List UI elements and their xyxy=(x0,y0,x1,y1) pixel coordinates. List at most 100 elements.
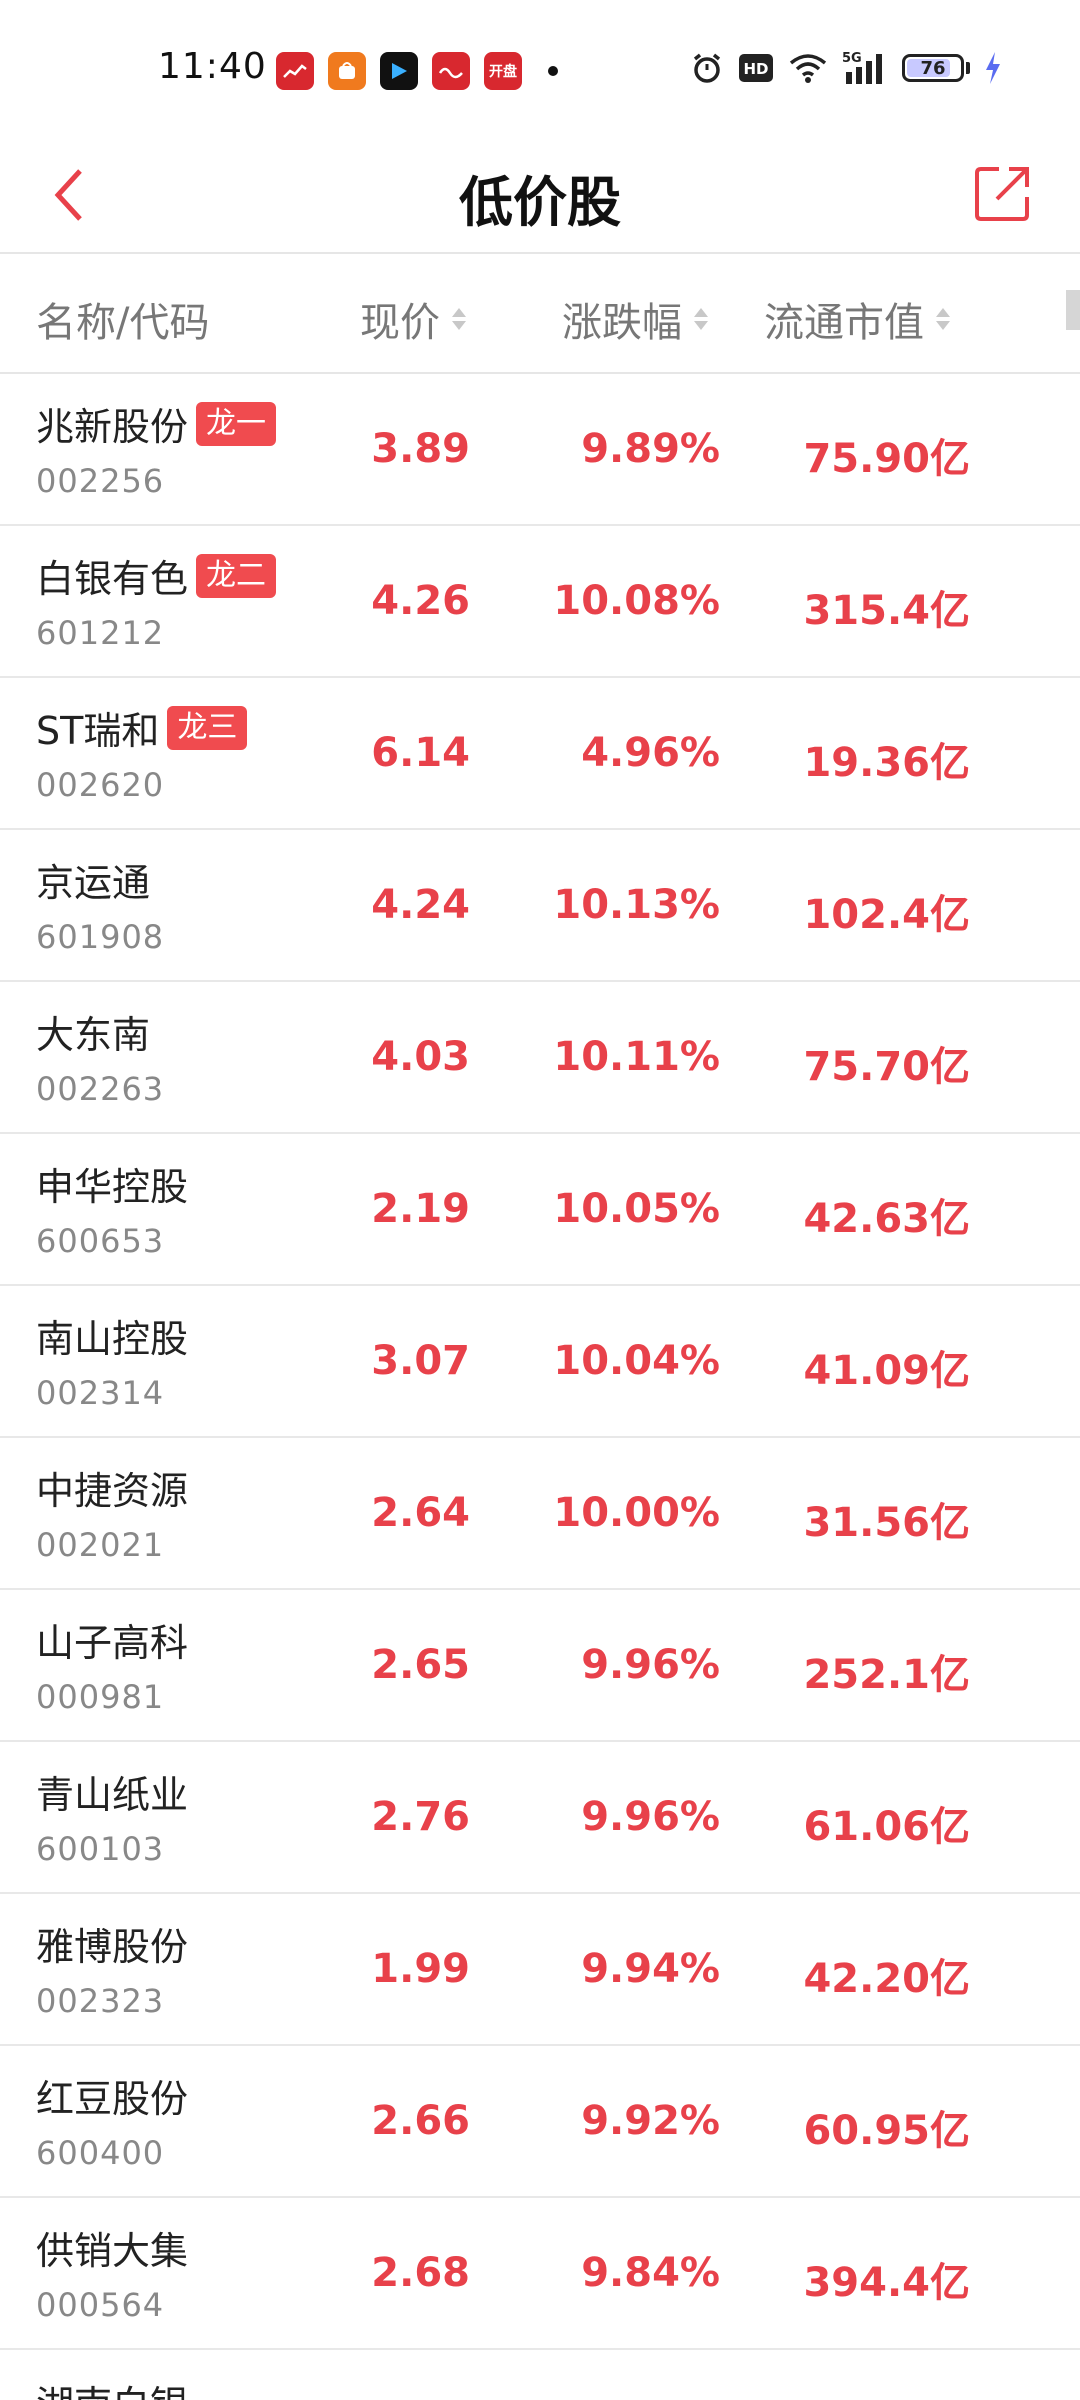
stock-market-cap: 252.1亿 xyxy=(803,1652,970,1698)
stock-row[interactable]: 中捷资源 002021 2.64 10.00% 31.56亿 xyxy=(0,1438,1080,1590)
stock-row[interactable]: 白银有色 龙二 601212 4.26 10.08% 315.4亿 xyxy=(0,526,1080,678)
kaipan-app-icon: 开盘 xyxy=(484,52,522,90)
stock-code: 000564 xyxy=(36,2286,165,2324)
stock-change-percent: 9.96% xyxy=(581,1642,720,1688)
stock-name: 山子高科 xyxy=(36,1621,189,1665)
column-cap-label: 流通市值 xyxy=(764,300,924,346)
stock-price: 2.19 xyxy=(371,1186,470,1232)
rank-badge: 龙二 xyxy=(196,553,277,598)
share-icon xyxy=(975,167,1029,221)
column-price-label: 现价 xyxy=(360,300,440,346)
stock-price: 2.68 xyxy=(371,2250,470,2296)
stock-row[interactable]: 雅博股份 002323 1.99 9.94% 42.20亿 xyxy=(0,1894,1080,2046)
stock-price: 4.24 xyxy=(371,882,470,928)
page-title: 低价股 xyxy=(459,171,621,234)
column-change-sort[interactable]: 涨跌幅 xyxy=(562,290,708,348)
stock-name: 红豆股份 xyxy=(36,2077,189,2121)
battery-icon: 76 xyxy=(902,54,964,82)
stock-row[interactable]: 大东南 002263 4.03 10.11% 75.70亿 xyxy=(0,982,1080,1134)
stock-price: 2.76 xyxy=(371,1794,470,1840)
stock-name: 雅博股份 xyxy=(36,1925,189,1969)
kaipan-app-icon-label: 开盘 xyxy=(489,64,517,80)
stock-code: 601908 xyxy=(36,918,165,956)
stock-change-percent: 10.13% xyxy=(553,882,720,928)
stock-code: 002263 xyxy=(36,1070,165,1108)
charging-icon xyxy=(984,51,1002,85)
stock-price: 6.14 xyxy=(371,730,470,776)
stock-row-partial[interactable]: 湖南白银 xyxy=(0,2352,1080,2400)
notification-icons: 开盘 xyxy=(276,52,558,90)
signal-5g-icon: 5G xyxy=(842,50,888,86)
stock-row[interactable]: 红豆股份 600400 2.66 9.92% 60.95亿 xyxy=(0,2046,1080,2198)
stock-row[interactable]: 南山控股 002314 3.07 10.04% 41.09亿 xyxy=(0,1286,1080,1438)
wifi-icon xyxy=(788,52,828,84)
stock-app-icon xyxy=(276,52,314,90)
status-time: 11:40 xyxy=(158,46,267,87)
stock-price: 3.89 xyxy=(371,426,470,472)
stock-market-cap: 31.56亿 xyxy=(803,1500,970,1546)
stock-name: 青山纸业 xyxy=(36,1773,189,1817)
stock-code: 000981 xyxy=(36,1678,165,1716)
battery-level: 76 xyxy=(920,57,946,79)
stock-change-percent: 10.08% xyxy=(553,578,720,624)
column-extra-partial[interactable] xyxy=(1066,290,1080,330)
stock-market-cap: 42.63亿 xyxy=(803,1196,970,1242)
stock-market-cap: 394.4亿 xyxy=(803,2260,970,2306)
share-button[interactable] xyxy=(966,156,1040,230)
stock-market-cap: 60.95亿 xyxy=(803,2108,970,2154)
stock-name: 白银有色 xyxy=(36,557,189,601)
stock-change-percent: 9.96% xyxy=(581,1794,720,1840)
network-label: 5G xyxy=(842,51,862,66)
stock-change-percent: 10.04% xyxy=(553,1338,720,1384)
column-name-code: 名称/代码 xyxy=(36,290,209,348)
stock-code: 601212 xyxy=(36,614,165,652)
stock-change-percent: 9.84% xyxy=(581,2250,720,2296)
stock-market-cap: 19.36亿 xyxy=(803,740,970,786)
hd-icon: HD xyxy=(738,53,774,83)
stock-change-percent: 4.96% xyxy=(581,730,720,776)
stock-market-cap: 42.20亿 xyxy=(803,1956,970,2002)
stock-name: 供销大集 xyxy=(36,2229,189,2273)
stock-code: 002323 xyxy=(36,1982,165,2020)
stock-change-percent: 9.94% xyxy=(581,1946,720,1992)
stock-market-cap: 61.06亿 xyxy=(803,1804,970,1850)
stock-change-percent: 9.92% xyxy=(581,2098,720,2144)
stock-change-percent: 10.05% xyxy=(553,1186,720,1232)
stock-code: 600103 xyxy=(36,1830,165,1868)
stock-price: 2.66 xyxy=(371,2098,470,2144)
stock-market-cap: 75.70亿 xyxy=(803,1044,970,1090)
column-name-code-label: 名称/代码 xyxy=(36,300,210,346)
stock-price: 4.03 xyxy=(371,1034,470,1080)
stock-row[interactable]: 山子高科 000981 2.65 9.96% 252.1亿 xyxy=(0,1590,1080,1742)
stock-price: 4.26 xyxy=(371,578,470,624)
stock-price: 2.64 xyxy=(371,1490,470,1536)
stock-name: 大东南 xyxy=(36,1013,151,1057)
battery-indicator: 76 xyxy=(902,54,970,82)
broker-app-icon xyxy=(432,52,470,90)
stock-row[interactable]: 青山纸业 600103 2.76 9.96% 61.06亿 xyxy=(0,1742,1080,1894)
stock-market-cap: 102.4亿 xyxy=(803,892,970,938)
stock-row[interactable]: ST瑞和 龙三 002620 6.14 4.96% 19.36亿 xyxy=(0,678,1080,830)
stock-price: 3.07 xyxy=(371,1338,470,1384)
stock-code: 002021 xyxy=(36,1526,165,1564)
stock-row[interactable]: 申华控股 600653 2.19 10.05% 42.63亿 xyxy=(0,1134,1080,1286)
system-icons: HD 5G 76 xyxy=(690,50,1002,86)
stock-name: ST瑞和 xyxy=(36,709,160,753)
column-price-sort[interactable]: 现价 xyxy=(360,290,466,348)
stock-row[interactable]: 供销大集 000564 2.68 9.84% 394.4亿 xyxy=(0,2198,1080,2350)
column-cap-sort[interactable]: 流通市值 xyxy=(764,290,950,348)
stock-code: 002620 xyxy=(36,766,165,804)
stock-market-cap: 41.09亿 xyxy=(803,1348,970,1394)
stock-code: 600400 xyxy=(36,2134,165,2172)
stock-row[interactable]: 兆新股份 龙一 002256 3.89 9.89% 75.90亿 xyxy=(0,374,1080,526)
sort-arrows-icon xyxy=(452,308,466,330)
stock-price: 2.65 xyxy=(371,1642,470,1688)
stock-row[interactable]: 京运通 601908 4.24 10.13% 102.4亿 xyxy=(0,830,1080,982)
stock-change-percent: 9.89% xyxy=(581,426,720,472)
sort-arrows-icon xyxy=(694,308,708,330)
stock-change-percent: 10.00% xyxy=(553,1490,720,1536)
hd-label: HD xyxy=(743,60,768,78)
stock-code: 002314 xyxy=(36,1374,165,1412)
play-app-icon xyxy=(380,52,418,90)
stock-price: 1.99 xyxy=(371,1946,470,1992)
